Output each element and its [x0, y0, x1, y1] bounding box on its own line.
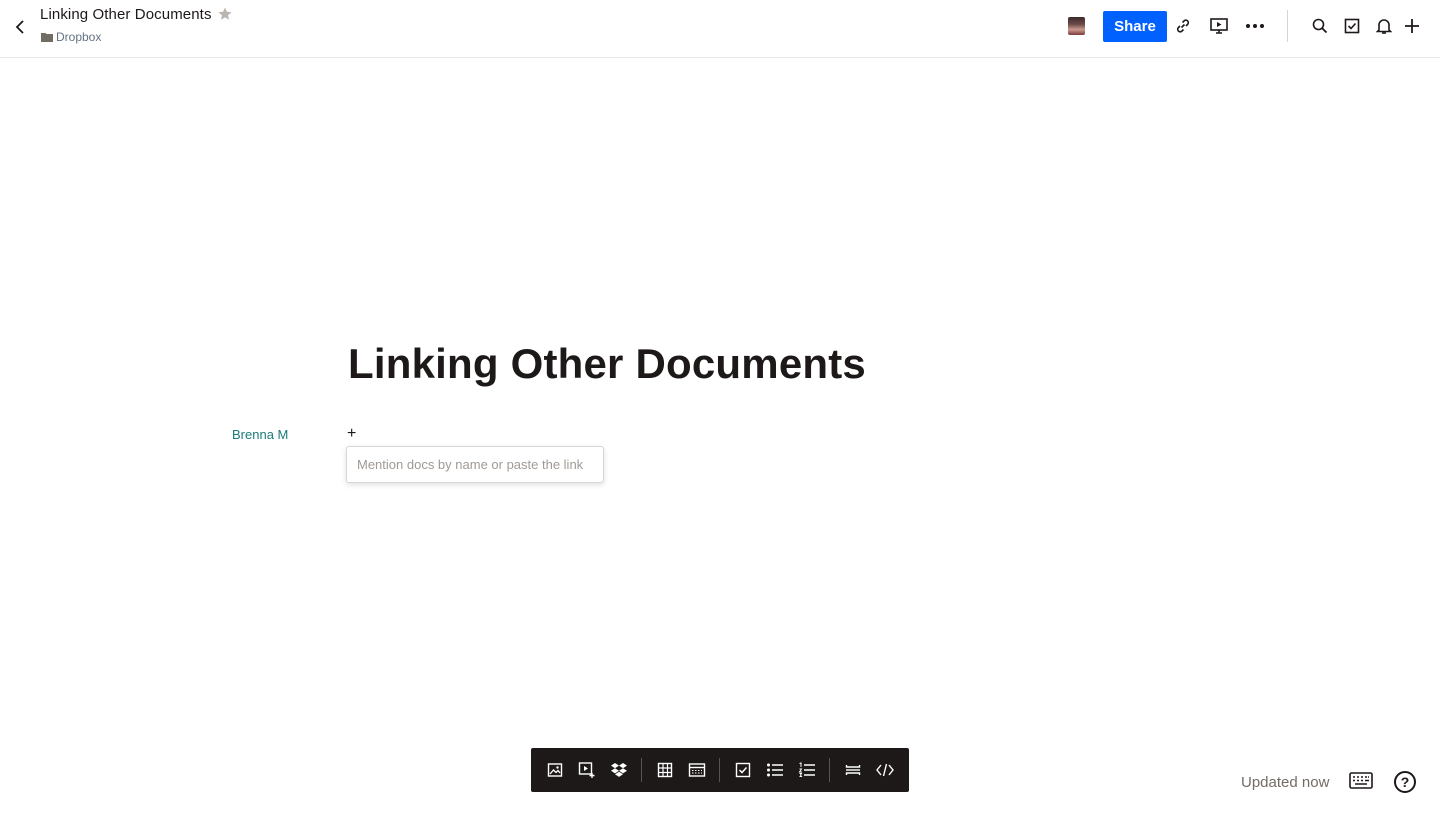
toolbar-divider [641, 758, 642, 782]
create-new-button[interactable] [1400, 14, 1424, 38]
mention-popup [346, 446, 604, 483]
more-options-button[interactable] [1243, 14, 1267, 38]
share-button[interactable]: Share [1103, 11, 1167, 42]
save-status: Updated now [1241, 774, 1330, 791]
calendar-icon [688, 763, 706, 777]
search-icon [1312, 18, 1328, 34]
bullet-list-icon [767, 763, 783, 777]
chevron-left-icon [15, 20, 24, 34]
tasks-button[interactable] [1340, 14, 1364, 38]
table-icon [657, 762, 673, 778]
notifications-button[interactable] [1372, 14, 1396, 38]
folder-icon [41, 33, 53, 42]
video-add-icon [578, 762, 595, 778]
present-button[interactable] [1207, 14, 1231, 38]
avatar[interactable] [1068, 17, 1085, 35]
search-button[interactable] [1308, 14, 1332, 38]
insert-dropbox-file-button[interactable] [607, 758, 631, 782]
plus-icon [1405, 19, 1419, 33]
back-button[interactable] [10, 16, 30, 38]
image-icon [547, 763, 563, 777]
insert-code-block-button[interactable] [873, 758, 897, 782]
numbered-list-icon [798, 762, 815, 777]
paper-doc-page: Linking Other Documents Dropbox Share Li… [0, 0, 1440, 814]
insert-image-button[interactable] [543, 758, 567, 782]
breadcrumb-folder[interactable]: Dropbox [41, 29, 101, 45]
horizontal-rule-icon [845, 765, 861, 775]
keyboard-shortcuts-button[interactable] [1349, 771, 1373, 793]
doc-title[interactable]: Linking Other Documents [40, 6, 212, 24]
insert-timeline-button[interactable] [685, 758, 709, 782]
dropbox-icon [611, 763, 627, 777]
star-icon [218, 7, 232, 20]
link-icon [1176, 19, 1190, 33]
toolbar-divider [719, 758, 720, 782]
header-divider [1287, 10, 1288, 42]
breadcrumb-folder-label: Dropbox [56, 30, 102, 44]
mention-search-input[interactable] [347, 447, 603, 482]
star-button[interactable] [217, 6, 233, 22]
insert-plus-text: + [347, 425, 357, 442]
checkbox-icon [735, 762, 751, 778]
author-attribution: Brenna M [232, 427, 289, 442]
code-icon [876, 763, 894, 777]
bell-icon [1376, 19, 1392, 34]
toolbar-divider [829, 758, 830, 782]
insert-divider-button[interactable] [841, 758, 865, 782]
insert-table-button[interactable] [653, 758, 677, 782]
insert-numbered-list-button[interactable] [795, 758, 819, 782]
insert-toolbar [531, 748, 909, 792]
more-horizontal-icon [1246, 24, 1264, 28]
help-button[interactable]: ? [1394, 771, 1416, 793]
insert-video-button[interactable] [575, 758, 599, 782]
copy-link-button[interactable] [1171, 14, 1195, 38]
top-header: Linking Other Documents Dropbox Share [0, 0, 1440, 58]
checkbox-icon [1344, 18, 1360, 34]
insert-bullet-list-button[interactable] [763, 758, 787, 782]
insert-checklist-button[interactable] [731, 758, 755, 782]
document-heading[interactable]: Linking Other Documents [348, 340, 866, 388]
presentation-icon [1210, 18, 1228, 34]
keyboard-icon [1349, 772, 1373, 789]
